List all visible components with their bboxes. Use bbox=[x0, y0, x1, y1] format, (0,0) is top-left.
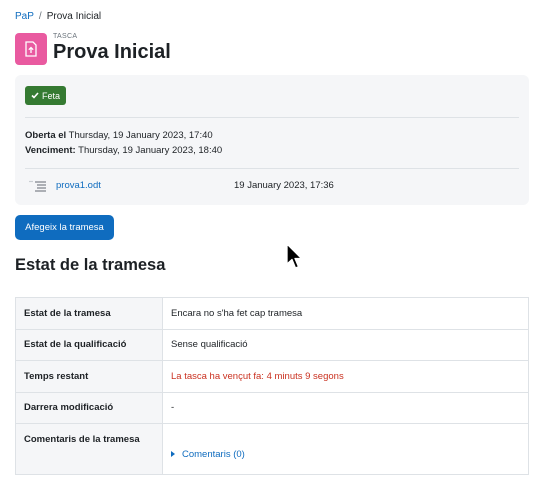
attachment-link[interactable]: prova1.odt bbox=[56, 180, 101, 191]
document-icon bbox=[29, 180, 46, 192]
activity-type-label: TASCA bbox=[53, 33, 78, 40]
row-label: Temps restant bbox=[15, 360, 163, 393]
page-header: TASCA Prova Inicial bbox=[15, 33, 171, 65]
row-value: - bbox=[162, 391, 529, 424]
table-row: Estat de la tramesa Encara no s'ha fet c… bbox=[15, 297, 529, 330]
row-label: Darrera modificació bbox=[15, 391, 163, 424]
comments-cell: Comentaris (0) bbox=[162, 423, 529, 475]
breadcrumb-separator: / bbox=[38, 11, 42, 22]
opened-value: Thursday, 19 January 2023, 17:40 bbox=[68, 130, 213, 141]
submission-status-heading: Estat de la tramesa bbox=[15, 256, 166, 274]
activity-info-panel: Feta Oberta el Thursday, 19 January 2023… bbox=[15, 75, 529, 205]
time-remaining-value: La tasca ha vençut fa: 4 minuts 9 segons bbox=[162, 360, 529, 393]
caret-right-icon bbox=[171, 451, 175, 457]
divider bbox=[25, 168, 519, 169]
divider bbox=[25, 117, 519, 118]
submission-status-table: Estat de la tramesa Encara no s'ha fet c… bbox=[15, 297, 529, 475]
row-label: Estat de la qualificació bbox=[15, 328, 163, 361]
comments-link[interactable]: Comentaris (0) bbox=[182, 449, 245, 460]
breadcrumb: PaP / Prova Inicial bbox=[15, 11, 101, 22]
breadcrumb-current: Prova Inicial bbox=[46, 11, 102, 22]
check-icon bbox=[31, 92, 39, 99]
assignment-upload-icon bbox=[15, 33, 47, 65]
page-title: Prova Inicial bbox=[53, 41, 171, 63]
completion-label: Feta bbox=[42, 90, 61, 101]
attachment-date: 19 January 2023, 17:36 bbox=[234, 180, 334, 191]
due-value: Thursday, 19 January 2023, 18:40 bbox=[78, 145, 223, 156]
row-label: Comentaris de la tramesa bbox=[15, 423, 163, 475]
row-value: Encara no s'ha fet cap tramesa bbox=[162, 297, 529, 330]
breadcrumb-course-link[interactable]: PaP bbox=[15, 11, 34, 22]
attachment-row: prova1.odt 19 January 2023, 17:36 bbox=[29, 179, 519, 195]
completion-badge: Feta bbox=[25, 86, 67, 105]
activity-dates: Oberta el Thursday, 19 January 2023, 17:… bbox=[25, 128, 222, 158]
add-submission-button[interactable]: Afegeix la tramesa bbox=[15, 215, 114, 240]
table-row: Estat de la qualificació Sense qualifica… bbox=[15, 328, 529, 361]
row-value: Sense qualificació bbox=[162, 328, 529, 361]
row-label: Estat de la tramesa bbox=[15, 297, 163, 330]
table-row: Comentaris de la tramesa Comentaris (0) bbox=[15, 423, 529, 475]
mouse-cursor-icon bbox=[286, 243, 303, 269]
comments-toggle[interactable]: Comentaris (0) bbox=[171, 449, 520, 460]
table-row: Darrera modificació - bbox=[15, 391, 529, 424]
due-label: Venciment: bbox=[25, 145, 76, 156]
table-row: Temps restant La tasca ha vençut fa: 4 m… bbox=[15, 360, 529, 393]
opened-label: Oberta el bbox=[25, 130, 67, 141]
